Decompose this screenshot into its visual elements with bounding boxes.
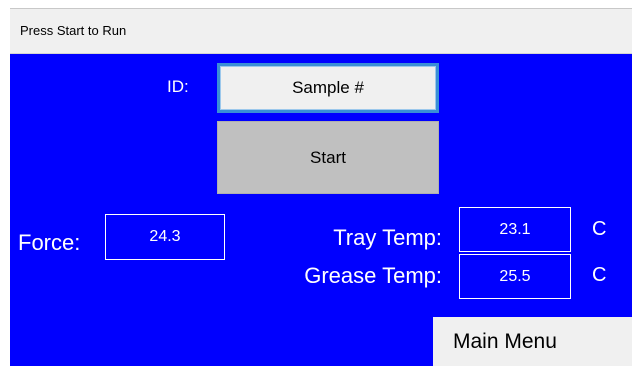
grease-temp-value: 25.5 [459,254,571,299]
start-button[interactable]: Start [217,121,439,194]
control-panel: ID: Sample # Start Force: 24.3 Tray Temp… [10,54,632,366]
tray-temp-unit: C [592,218,607,240]
main-menu-button[interactable]: Main Menu [433,317,632,366]
status-message: Press Start to Run [20,23,127,38]
tray-temp-value: 23.1 [459,207,571,252]
id-label: ID: [167,77,189,96]
force-value: 24.3 [105,214,225,260]
grease-temp-unit: C [592,264,607,286]
force-label: Force: [18,230,81,255]
grease-temp-label: Grease Temp: [304,263,442,288]
status-bar: Press Start to Run [10,8,632,54]
sample-id-input[interactable]: Sample # [217,63,439,113]
tray-temp-label: Tray Temp: [333,225,442,250]
